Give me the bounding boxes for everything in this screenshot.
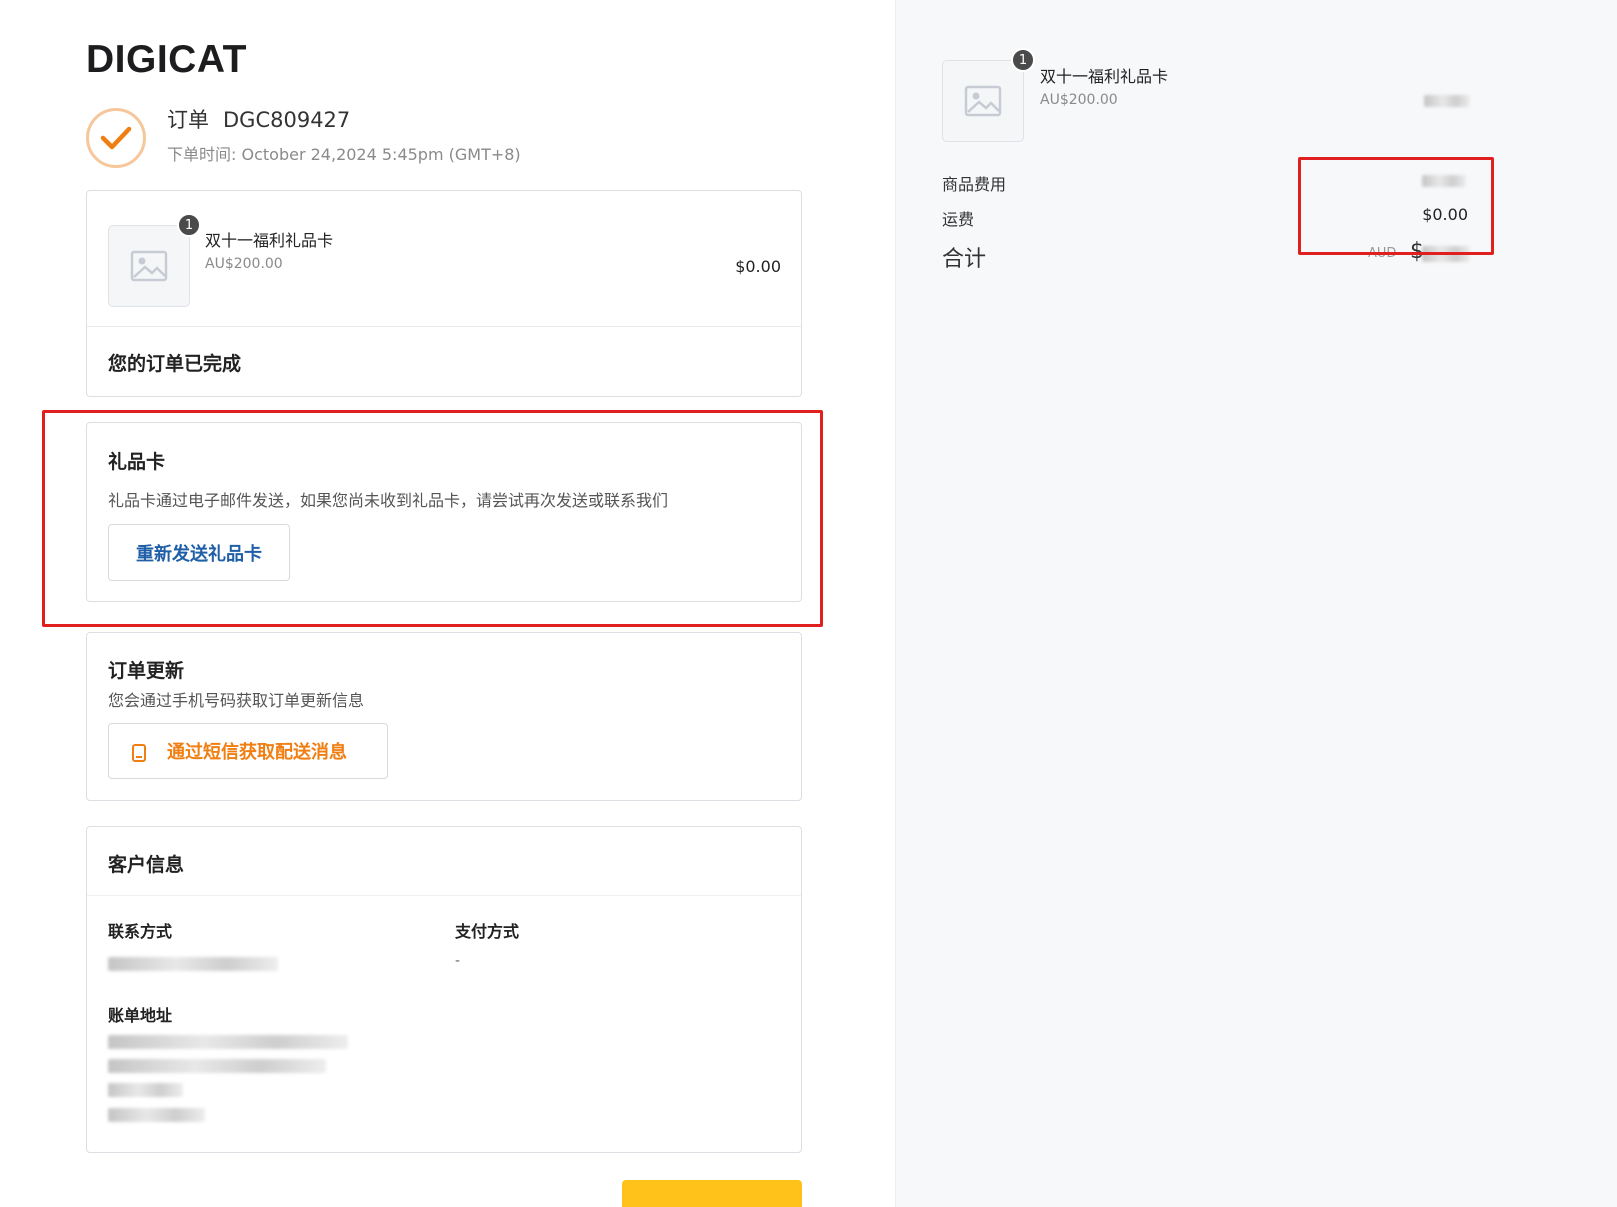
order-number: DGC809427 [223, 108, 351, 132]
resend-gift-card-button[interactable]: 重新发送礼品卡 [108, 524, 290, 581]
billing-address-line-redacted [108, 1059, 326, 1073]
order-time-value: October 24,2024 5:45pm (GMT+8) [241, 145, 521, 164]
customer-info-title: 客户信息 [108, 854, 185, 876]
contact-label: 联系方式 [108, 922, 173, 941]
order-updates-description: 您会通过手机号码获取订单更新信息 [108, 691, 365, 710]
shipping-label: 运费 [942, 210, 975, 229]
order-item-card: 1 双十一福利礼品卡 AU$200.00 $0.00 您的订单已完成 [86, 190, 802, 397]
brand-logo[interactable]: DIGICAT [86, 38, 247, 82]
total-value-redacted [1422, 246, 1470, 262]
order-time-label: 下单时间: [167, 145, 237, 164]
summary-product-price-redacted [1424, 95, 1470, 107]
product-thumbnail [108, 225, 190, 307]
sms-updates-label: 通过短信获取配送消息 [167, 742, 347, 763]
subtotal-value-redacted [1422, 175, 1466, 187]
billing-address-line-redacted [108, 1035, 348, 1049]
continue-button[interactable] [622, 1180, 802, 1207]
contact-value-redacted [108, 957, 278, 971]
order-complete-icon [86, 108, 146, 168]
order-summary-panel: 1 双十一福利礼品卡 AU$200.00 商品费用 运费 $0.00 合计 AU… [895, 0, 1617, 1207]
gift-card-title: 礼品卡 [108, 451, 166, 473]
product-face-value: AU$200.00 [205, 256, 283, 272]
shipping-value: $0.00 [1422, 205, 1468, 224]
product-name: 双十一福利礼品卡 [205, 231, 334, 250]
quantity-badge: 1 [177, 213, 201, 237]
phone-icon [132, 744, 146, 762]
total-currency: AUD [1368, 246, 1397, 261]
image-placeholder-icon [964, 85, 1002, 117]
billing-address-label: 账单地址 [108, 1006, 173, 1025]
summary-product-name: 双十一福利礼品卡 [1040, 67, 1169, 86]
summary-quantity-badge: 1 [1011, 48, 1035, 72]
order-updates-title: 订单更新 [108, 660, 185, 682]
billing-address-line-redacted [108, 1108, 205, 1122]
order-status-message: 您的订单已完成 [108, 353, 242, 375]
order-heading: 订单 DGC809427 [167, 104, 350, 134]
payment-value: - [455, 953, 461, 969]
product-price: $0.00 [735, 257, 781, 276]
divider [87, 326, 801, 327]
order-main-panel: DIGICAT 订单 DGC809427 下单时间: October 24,202… [0, 0, 895, 1207]
sms-updates-button[interactable]: 通过短信获取配送消息 [108, 723, 388, 779]
image-placeholder-icon [130, 250, 168, 282]
order-label: 订单 [167, 108, 209, 132]
summary-product-thumbnail [942, 60, 1024, 142]
billing-address-line-redacted [108, 1083, 183, 1097]
customer-info-section: 客户信息 联系方式 支付方式 - 账单地址 [86, 826, 802, 1153]
divider [87, 895, 801, 896]
gift-card-section: 礼品卡 礼品卡通过电子邮件发送，如果您尚未收到礼品卡，请尝试再次发送或联系我们 … [86, 422, 802, 602]
gift-card-description: 礼品卡通过电子邮件发送，如果您尚未收到礼品卡，请尝试再次发送或联系我们 [108, 491, 669, 510]
order-updates-section: 订单更新 您会通过手机号码获取订单更新信息 通过短信获取配送消息 [86, 632, 802, 801]
payment-label: 支付方式 [455, 922, 520, 941]
summary-product-face-value: AU$200.00 [1040, 92, 1118, 108]
order-time: 下单时间: October 24,2024 5:45pm (GMT+8) [167, 141, 521, 165]
total-label: 合计 [942, 247, 987, 272]
subtotal-label: 商品费用 [942, 175, 1007, 194]
